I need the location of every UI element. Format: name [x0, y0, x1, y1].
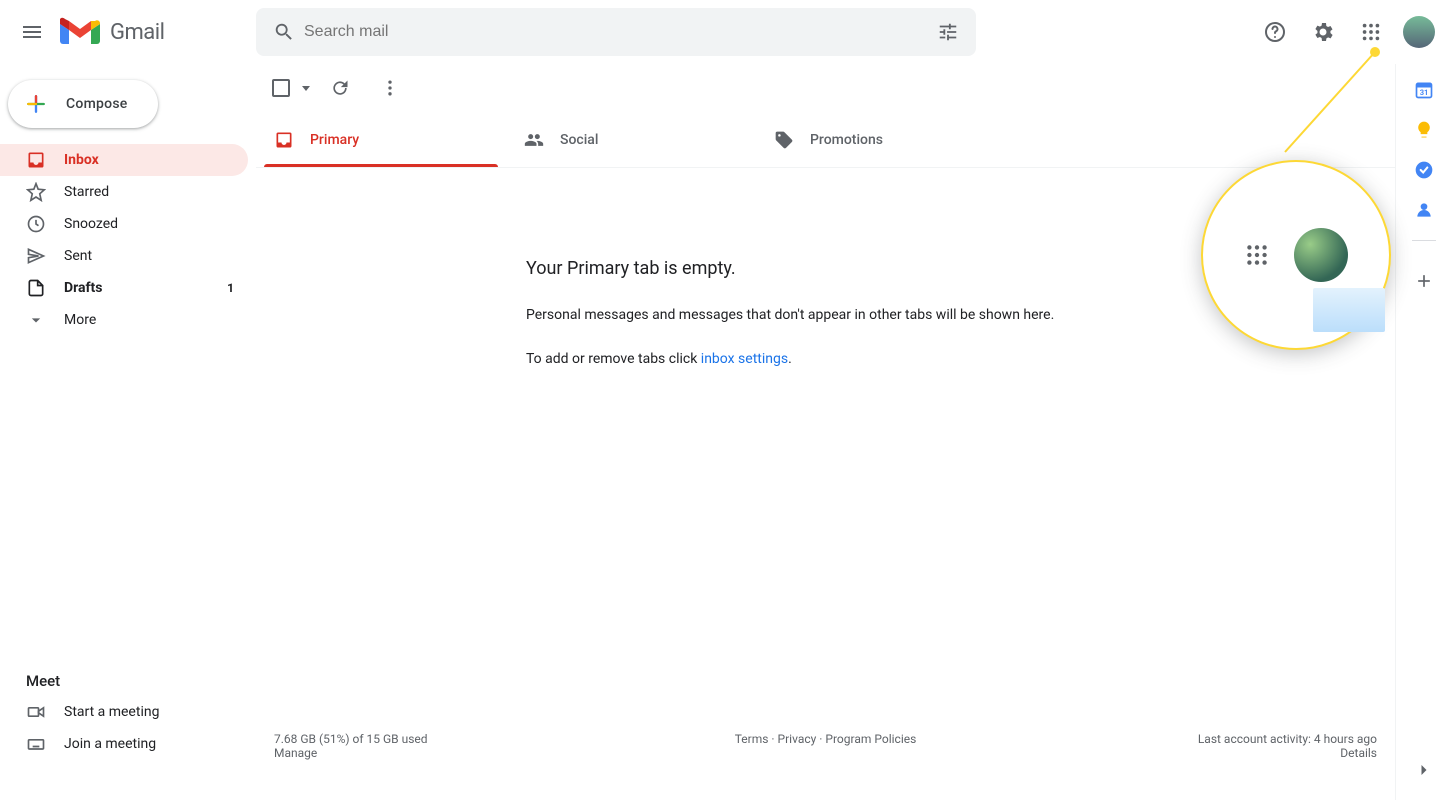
meet-header: Meet — [0, 652, 256, 696]
tag-tab-icon — [774, 130, 794, 150]
contacts-icon[interactable] — [1414, 200, 1434, 220]
tune-icon — [937, 21, 959, 43]
account-avatar[interactable] — [1403, 16, 1435, 48]
calendar-icon[interactable]: 31 — [1414, 80, 1434, 100]
footer-activity: Last account activity: 4 hours ago Detai… — [1009, 732, 1377, 760]
policies-link[interactable]: Program Policies — [825, 732, 916, 746]
body: Compose Inbox Starred Snoozed Sent Draft… — [0, 64, 1451, 800]
details-link[interactable]: Details — [1340, 746, 1377, 760]
callout-avatar — [1294, 228, 1348, 282]
meet-start-meeting[interactable]: Start a meeting — [0, 696, 248, 728]
support-button[interactable] — [1255, 12, 1295, 52]
inbox-icon — [26, 150, 46, 170]
search-icon[interactable] — [264, 12, 304, 52]
sidebar-item-label: Snoozed — [64, 216, 118, 232]
sidebar-item-sent[interactable]: Sent — [0, 240, 248, 272]
sidebar-item-inbox[interactable]: Inbox — [0, 144, 248, 176]
sidebar-item-label: Sent — [64, 248, 92, 264]
empty-hint-pre: To add or remove tabs click — [526, 351, 701, 367]
video-icon — [26, 702, 46, 722]
search-input[interactable] — [304, 23, 928, 41]
gmail-icon — [60, 17, 100, 47]
search-options-button[interactable] — [928, 12, 968, 52]
draft-icon — [26, 278, 46, 298]
add-on-button[interactable] — [1404, 261, 1444, 301]
compose-label: Compose — [66, 96, 128, 112]
sidebar-item-label: Drafts — [64, 280, 102, 296]
collapse-panel-button[interactable] — [1404, 750, 1444, 790]
svg-text:31: 31 — [1419, 88, 1428, 97]
feature-callout — [1201, 160, 1391, 350]
manage-link[interactable]: Manage — [274, 746, 317, 760]
logo-text: Gmail — [110, 20, 164, 45]
inbox-tab-icon — [274, 130, 294, 150]
meet-join-meeting[interactable]: Join a meeting — [0, 728, 248, 760]
main-menu-button[interactable] — [8, 8, 56, 56]
callout-apps-icon — [1244, 242, 1270, 268]
category-tabs: Primary Social Promotions — [256, 112, 1395, 168]
sidebar-item-drafts[interactable]: Drafts 1 — [0, 272, 248, 304]
more-vert-icon — [380, 78, 400, 98]
compose-button[interactable]: Compose — [8, 80, 158, 128]
tab-label: Social — [560, 132, 598, 148]
sidebar-item-snoozed[interactable]: Snoozed — [0, 208, 248, 240]
settings-button[interactable] — [1303, 12, 1343, 52]
send-icon — [26, 246, 46, 266]
storage-text: 7.68 GB (51%) of 15 GB used — [274, 732, 642, 746]
activity-text: Last account activity: 4 hours ago — [1009, 732, 1377, 746]
sidebar-item-label: Inbox — [64, 152, 99, 168]
refresh-icon — [330, 78, 350, 98]
tasks-icon[interactable] — [1414, 160, 1434, 180]
select-dropdown[interactable] — [302, 86, 310, 91]
apps-grid-icon — [1360, 21, 1382, 43]
star-icon — [26, 182, 46, 202]
chevron-right-icon — [1414, 760, 1434, 780]
main-panel: Primary Social Promotions Your Primary t… — [256, 64, 1395, 800]
refresh-button[interactable] — [320, 68, 360, 108]
search-bar[interactable] — [256, 8, 976, 56]
toolbar — [256, 64, 1395, 112]
app-header: Gmail — [0, 0, 1451, 64]
clock-icon — [26, 214, 46, 234]
hamburger-icon — [20, 20, 44, 44]
terms-link[interactable]: Terms — [735, 732, 769, 746]
tab-label: Primary — [310, 132, 359, 148]
footer-storage: 7.68 GB (51%) of 15 GB used Manage — [274, 732, 642, 760]
people-tab-icon — [524, 130, 544, 150]
side-panel: 31 — [1395, 64, 1451, 800]
footer-links: Terms · Privacy · Program Policies — [642, 732, 1010, 760]
tab-social[interactable]: Social — [506, 112, 756, 167]
sidebar-item-label: More — [64, 312, 96, 328]
empty-hint-post: . — [788, 351, 792, 367]
help-icon — [1263, 20, 1287, 44]
inbox-settings-link[interactable]: inbox settings — [701, 351, 788, 367]
tab-primary[interactable]: Primary — [256, 112, 506, 167]
gear-icon — [1311, 20, 1335, 44]
meet-item-label: Join a meeting — [64, 736, 156, 752]
sidebar-item-starred[interactable]: Starred — [0, 176, 248, 208]
side-panel-separator — [1412, 240, 1436, 241]
more-button[interactable] — [370, 68, 410, 108]
empty-hint: To add or remove tabs click inbox settin… — [526, 351, 1395, 367]
meet-item-label: Start a meeting — [64, 704, 159, 720]
sidebar: Compose Inbox Starred Snoozed Sent Draft… — [0, 64, 256, 800]
tab-label: Promotions — [810, 132, 883, 148]
apps-button[interactable] — [1351, 12, 1391, 52]
sidebar-item-more[interactable]: More — [0, 304, 248, 336]
keep-icon[interactable] — [1414, 120, 1434, 140]
chevron-down-icon — [26, 310, 46, 330]
plus-icon — [1414, 271, 1434, 291]
sidebar-item-count: 1 — [227, 281, 234, 295]
select-all-checkbox[interactable] — [272, 79, 290, 97]
privacy-link[interactable]: Privacy — [778, 732, 817, 746]
sidebar-item-label: Starred — [64, 184, 109, 200]
compose-plus-icon — [22, 90, 50, 118]
logo[interactable]: Gmail — [56, 17, 256, 47]
keyboard-icon — [26, 734, 46, 754]
tab-promotions[interactable]: Promotions — [756, 112, 1006, 167]
footer: 7.68 GB (51%) of 15 GB used Manage Terms… — [256, 718, 1395, 800]
